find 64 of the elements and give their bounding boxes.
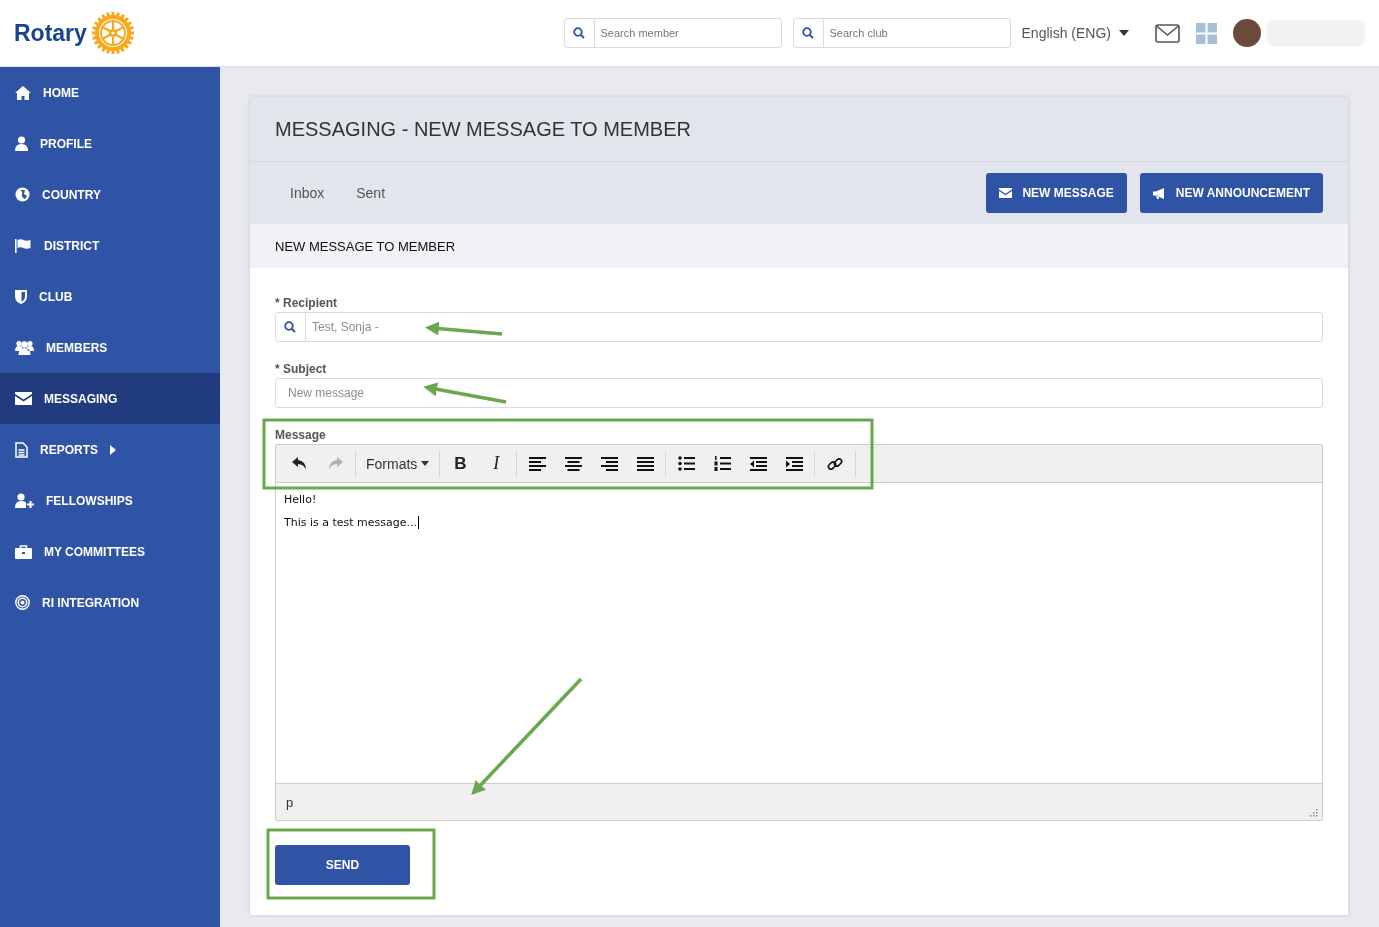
page-title: MESSAGING - NEW MESSAGE TO MEMBER <box>275 117 691 141</box>
envelope-icon <box>999 188 1013 198</box>
sidebar-item[interactable]: RI INTEGRATION <box>0 577 220 628</box>
action-button[interactable]: NEW ANNOUNCEMENT <box>1139 173 1323 213</box>
search-icon <box>801 27 814 39</box>
field-label: * Recipient <box>275 296 338 310</box>
align-left-icon <box>528 456 546 471</box>
megaphone-icon <box>1152 187 1166 199</box>
briefcase-icon <box>15 544 32 559</box>
search-club-field[interactable]: Search club <box>792 18 1011 48</box>
italic-button[interactable]: I <box>478 450 515 477</box>
element-path: p <box>286 794 294 810</box>
user-icon <box>15 136 28 151</box>
indent-icon <box>785 456 803 471</box>
resize-grip-icon[interactable] <box>1310 809 1318 817</box>
numbered-list-icon <box>713 456 731 471</box>
sidebar-item[interactable]: MEMBERS <box>0 322 220 373</box>
target-icon <box>15 595 30 610</box>
section-title: NEW MESSAGE TO MEMBER <box>275 238 456 254</box>
user-plus-icon <box>15 493 34 508</box>
avatar[interactable] <box>1233 19 1261 47</box>
field-label: * Subject <box>275 362 328 376</box>
align-right-icon <box>600 456 618 471</box>
redo-icon <box>327 457 343 470</box>
flag-icon <box>15 238 32 253</box>
sidebar-item[interactable]: PROFILE <box>0 118 220 169</box>
logo-text: Rotary <box>14 19 87 47</box>
tab[interactable]: Sent <box>356 185 386 201</box>
send-button[interactable]: SEND <box>275 845 410 885</box>
action-button[interactable]: NEW MESSAGE <box>986 173 1127 213</box>
sidebar-item[interactable]: CLUB <box>0 271 220 322</box>
message-line: This is a test message... <box>284 516 420 529</box>
link-icon <box>827 455 844 472</box>
recipient-field[interactable]: Test, Sonja - <box>275 312 1323 342</box>
sidebar-item[interactable]: FELLOWSHIPS <box>0 475 220 526</box>
sidebar-item[interactable]: REPORTS <box>0 424 220 475</box>
sidebar-item[interactable]: MESSAGING <box>0 373 220 424</box>
bold-button[interactable]: B <box>442 450 479 477</box>
tab[interactable]: Inbox <box>290 185 325 201</box>
language-dropdown[interactable]: English (ENG) <box>1021 25 1129 41</box>
outdent-icon <box>749 456 767 471</box>
search-member-field[interactable]: Search member <box>563 18 782 48</box>
people-icon <box>15 340 34 355</box>
envelope-icon <box>15 392 32 405</box>
message-line: Hello! <box>284 493 317 506</box>
formats-dropdown[interactable]: Formats <box>358 450 438 477</box>
sidebar-item[interactable]: COUNTRY <box>0 169 220 220</box>
search-icon <box>572 27 585 39</box>
document-icon <box>15 441 28 458</box>
sidebar-item[interactable]: DISTRICT <box>0 220 220 271</box>
home-icon <box>15 85 31 100</box>
bullet-list-icon <box>677 456 695 471</box>
caret-icon <box>1119 30 1129 36</box>
sidebar-item[interactable]: HOME <box>0 67 220 118</box>
undo-icon <box>291 457 307 470</box>
shield-icon <box>15 289 27 304</box>
justify-icon <box>636 456 654 471</box>
search-icon <box>284 321 296 333</box>
sidebar-item[interactable]: MY COMMITTEES <box>0 526 220 577</box>
field-label: Message <box>275 428 327 442</box>
gear-wheel-logo-icon <box>90 11 135 55</box>
align-center-icon <box>564 456 582 471</box>
mail-icon[interactable] <box>1155 23 1180 43</box>
caret-icon <box>421 461 430 466</box>
